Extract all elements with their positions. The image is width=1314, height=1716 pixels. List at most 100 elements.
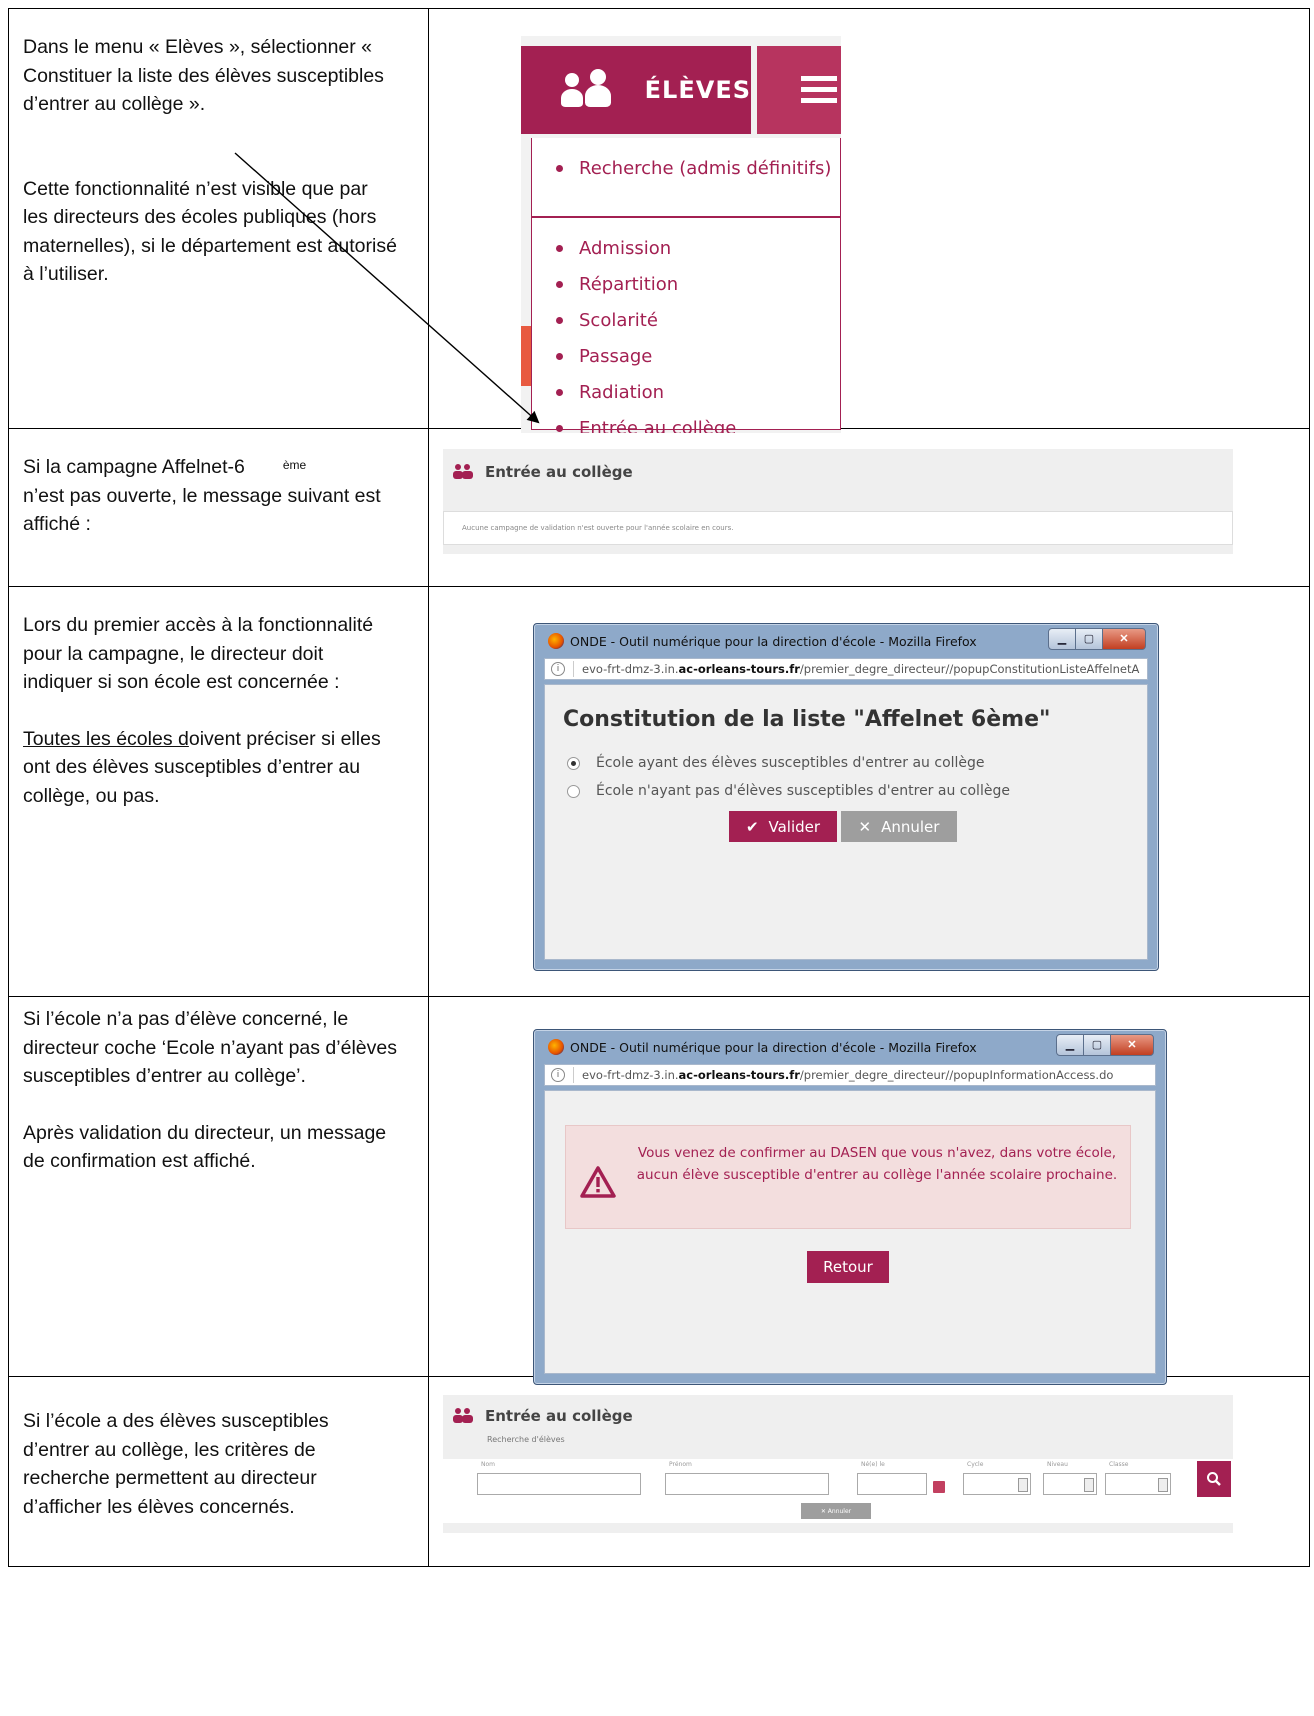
row2-text-a: Si la campagne Affelnet-6 <box>23 456 245 478</box>
row-menu: Dans le menu « Elèves », sélectionner « … <box>8 8 1310 433</box>
instruction-table: Dans le menu « Elèves », sélectionner « … <box>8 8 1310 1567</box>
row3-text-cell: Lors du premier accès à la fonctionnalit… <box>8 586 429 997</box>
window-controls: ▁ ▢ ✕ <box>1048 628 1146 650</box>
classe-select[interactable] <box>1105 1473 1171 1495</box>
students-icon <box>561 69 621 107</box>
row5-paragraph: Si l’école a des élèves susceptibles d’e… <box>23 1410 329 1518</box>
row-confirmation: Si l’école n’a pas d’élève concerné, le … <box>8 996 1310 1385</box>
menu-separator <box>532 216 840 218</box>
check-icon: ✔ <box>745 817 759 836</box>
dialog-title: Constitution de la liste "Affelnet 6ème" <box>563 707 1051 732</box>
radio-unchecked[interactable] <box>567 784 580 798</box>
birthdate-input[interactable] <box>857 1473 927 1495</box>
screen-title: Entrée au collège <box>485 1407 633 1425</box>
x-icon: ✕ <box>858 817 872 836</box>
row5-text-cell: Si l’école a des élèves susceptibles d’e… <box>8 1376 429 1567</box>
menu-item-recherche[interactable]: Recherche (admis définitifs) <box>556 158 831 179</box>
window-title: ONDE - Outil numérique pour la direction… <box>570 633 977 649</box>
row-search: Si l’école a des élèves susceptibles d’e… <box>8 1376 1310 1567</box>
label-nom: Nom <box>481 1461 496 1468</box>
close-button[interactable]: ✕ <box>1110 1034 1154 1056</box>
calendar-icon[interactable] <box>933 1481 945 1493</box>
row3-paragraph-2: Toutes les écoles doivent préciser si el… <box>23 725 398 811</box>
info-icon[interactable]: i <box>551 662 565 676</box>
menu-eleves-button[interactable]: ÉLÈVES <box>521 46 751 134</box>
menu-screenshot: ÉLÈVES Recherche (admis définitifs) Admi… <box>521 36 841 433</box>
search-icon <box>1207 1472 1221 1486</box>
row1-paragraph-1: Dans le menu « Elèves », sélectionner « … <box>23 36 384 115</box>
row2-text-cell: Si la campagne Affelnet-6 ème n’est pas ou… <box>8 428 429 587</box>
warning-icon <box>580 1166 616 1198</box>
minimize-button[interactable]: ▁ <box>1048 628 1076 650</box>
maximize-button[interactable]: ▢ <box>1083 1034 1111 1056</box>
row-first-access: Lors du premier accès à la fonctionnalit… <box>8 586 1310 997</box>
row4-image-cell: ONDE - Outil numérique pour la direction… <box>428 996 1310 1385</box>
close-button[interactable]: ✕ <box>1102 628 1146 650</box>
cycle-select[interactable] <box>963 1473 1031 1495</box>
firefox-window-confirmation: ONDE - Outil numérique pour la direction… <box>533 1029 1167 1385</box>
row-no-campaign: Si la campagne Affelnet-6 ème n’est pas ou… <box>8 428 1310 587</box>
label-niveau: Niveau <box>1047 1461 1068 1468</box>
list-icon <box>801 76 837 106</box>
niveau-select[interactable] <box>1043 1473 1097 1495</box>
students-icon <box>453 464 473 479</box>
row4-text-cell: Si l’école n’a pas d’élève concerné, le … <box>8 996 429 1377</box>
alert-box: Vous venez de confirmer au DASEN que vou… <box>565 1125 1131 1229</box>
row2-paragraph: Si la campagne Affelnet-6 ème n’est pas ou… <box>23 453 398 539</box>
students-icon <box>453 1408 473 1423</box>
menu-item-radiation[interactable]: Radiation <box>556 382 664 403</box>
label-prenom: Prénom <box>669 1461 692 1468</box>
validate-button[interactable]: ✔ Valider <box>729 811 837 842</box>
search-panel: Nom Prénom Né(e) le Cycle Niveau Classe <box>443 1459 1233 1523</box>
row5-image-cell: Entrée au collège Recherche d'élèves Nom… <box>428 1376 1310 1567</box>
row2-text-b: n’est pas ouverte, le message suivant es… <box>23 484 381 536</box>
menu-item-repartition[interactable]: Répartition <box>556 274 678 295</box>
return-button[interactable]: Retour <box>807 1251 889 1283</box>
label-ne-le: Né(e) le <box>861 1461 885 1468</box>
row4-paragraph-1: Si l’école n’a pas d’élève concerné, le … <box>23 1008 397 1087</box>
nom-input[interactable] <box>477 1473 641 1495</box>
firefox-icon <box>548 1039 564 1055</box>
popup-content: Constitution de la liste "Affelnet 6ème"… <box>544 684 1148 960</box>
cancel-button[interactable]: ✕ Annuler <box>841 811 957 842</box>
minimize-button[interactable]: ▁ <box>1056 1034 1084 1056</box>
menu-item-scolarite[interactable]: Scolarité <box>556 310 658 331</box>
window-title: ONDE - Outil numérique pour la direction… <box>570 1039 977 1055</box>
menu-list-button[interactable] <box>757 46 841 134</box>
row2-sup: ème <box>282 458 307 472</box>
row2-image-cell: Entrée au collège Aucune campagne de val… <box>428 428 1310 587</box>
menu-item-passage[interactable]: Passage <box>556 346 652 367</box>
url-bar[interactable]: i evo-frt-dmz-3.in. ac-orleans-tours.fr/pr… <box>544 1064 1156 1086</box>
menu-item-admission[interactable]: Admission <box>556 238 671 259</box>
info-icon[interactable]: i <box>551 1068 565 1082</box>
no-campaign-message: Aucune campagne de validation n'est ouve… <box>443 511 1233 545</box>
screen-title: Entrée au collège <box>485 463 633 481</box>
radio-checked[interactable] <box>567 756 580 770</box>
no-campaign-screenshot: Entrée au collège Aucune campagne de val… <box>443 449 1233 554</box>
screen-subtitle: Recherche d'élèves <box>487 1435 565 1444</box>
prenom-input[interactable] <box>665 1473 829 1495</box>
x-icon: ✕ <box>820 1507 828 1515</box>
row3-paragraph-1: Lors du premier accès à la fonctionnalit… <box>23 614 374 693</box>
row3-image-cell: ONDE - Outil numérique pour la direction… <box>428 586 1310 997</box>
row4-paragraph-2: Après validation du directeur, un messag… <box>23 1121 387 1173</box>
eleves-dropdown: Recherche (admis définitifs) Admission R… <box>531 138 841 433</box>
url-bar[interactable]: i evo-frt-dmz-3.in. ac-orleans-tours.fr/pr… <box>544 658 1148 680</box>
alert-message: Vous venez de confirmer au DASEN que vou… <box>636 1145 1118 1183</box>
firefox-window-constitution: ONDE - Outil numérique pour la direction… <box>533 623 1159 971</box>
label-cycle: Cycle <box>967 1461 984 1468</box>
menu-eleves-label: ÉLÈVES <box>644 76 751 104</box>
popup-content: Vous venez de confirmer au DASEN que vou… <box>544 1090 1156 1374</box>
row1-image-cell: ÉLÈVES Recherche (admis définitifs) Admi… <box>428 8 1310 433</box>
label-classe: Classe <box>1109 1461 1129 1468</box>
search-button[interactable] <box>1197 1461 1231 1497</box>
radio-option-with-students[interactable]: École ayant des élèves susceptibles d'en… <box>567 755 985 771</box>
search-screenshot: Entrée au collège Recherche d'élèves Nom… <box>443 1395 1233 1533</box>
radio-option-no-students[interactable]: École n'ayant pas d'élèves susceptibles … <box>567 783 1010 799</box>
row1-text-cell: Dans le menu « Elèves », sélectionner « … <box>8 8 429 429</box>
cancel-button[interactable]: ✕ Annuler <box>801 1503 871 1519</box>
row1-paragraph-2: Cette fonctionnalité n’est visible que p… <box>23 177 397 286</box>
maximize-button[interactable]: ▢ <box>1075 628 1103 650</box>
background-fragment <box>521 326 531 386</box>
row3-underlined: Toutes les écoles d <box>23 727 189 750</box>
